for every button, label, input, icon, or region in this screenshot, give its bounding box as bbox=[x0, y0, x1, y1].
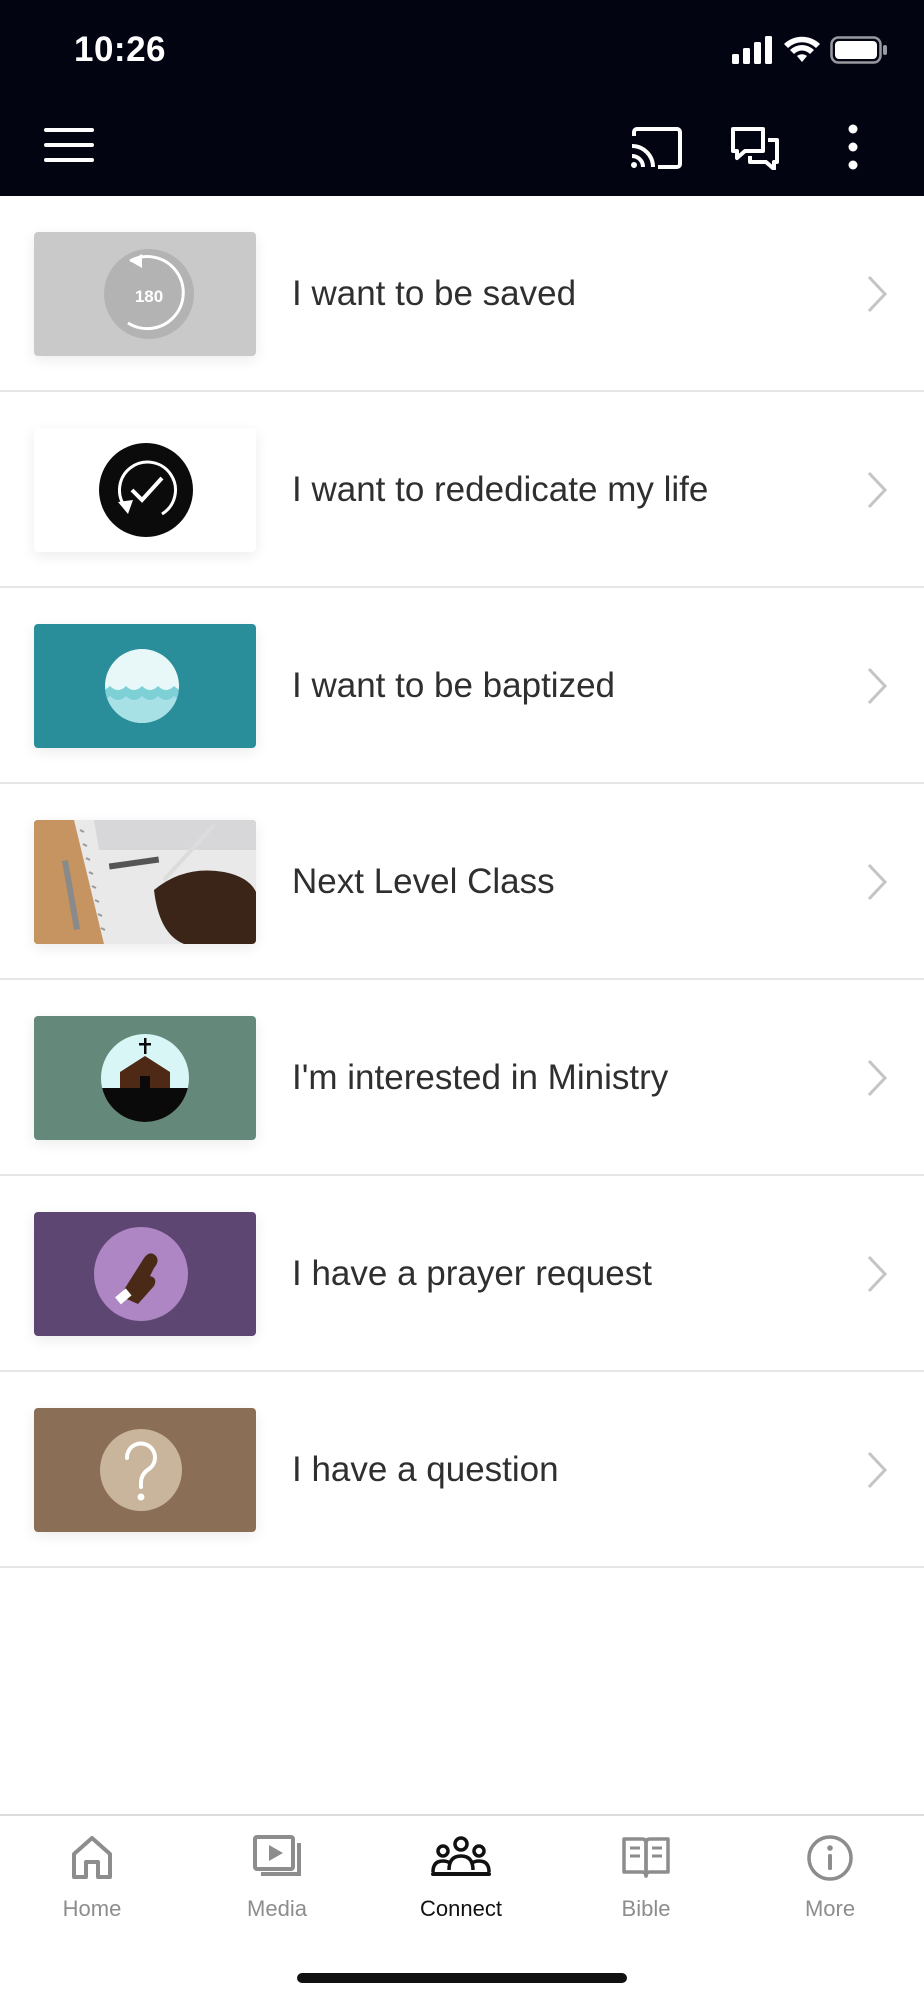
tab-label: Connect bbox=[420, 1896, 502, 1921]
media-play-icon bbox=[253, 1835, 301, 1876]
tab-label: Media bbox=[247, 1896, 307, 1921]
chevron-right-icon bbox=[867, 275, 888, 313]
tab-label: More bbox=[804, 1896, 856, 1921]
list-item-baptized[interactable]: I want to be baptized bbox=[0, 588, 924, 784]
church-icon bbox=[101, 1034, 189, 1122]
battery-icon bbox=[830, 36, 887, 64]
status-time: 10:26 bbox=[74, 30, 167, 69]
question-mark-icon bbox=[100, 1429, 182, 1511]
tab-home[interactable]: Home bbox=[0, 1816, 184, 1946]
list-item-next-level-class[interactable]: Next Level Class bbox=[0, 784, 924, 980]
chevron-right-icon bbox=[867, 667, 888, 705]
tab-media[interactable]: Media bbox=[185, 1816, 369, 1946]
thumbnail-question bbox=[34, 1408, 256, 1532]
people-group-icon bbox=[431, 1836, 491, 1876]
list-item-label: I want to be baptized bbox=[292, 666, 615, 705]
app-header: 10:26 bbox=[0, 0, 924, 196]
list-item-rededicate[interactable]: I want to rededicate my life bbox=[0, 392, 924, 588]
chevron-right-icon bbox=[867, 1255, 888, 1293]
hamburger-menu-icon[interactable] bbox=[44, 128, 96, 164]
list-item-label: I have a question bbox=[292, 1450, 559, 1489]
tab-label: Home bbox=[62, 1896, 122, 1921]
open-book-icon bbox=[622, 1837, 670, 1878]
thumbnail-ministry bbox=[34, 1016, 256, 1140]
list-item-label: I have a prayer request bbox=[292, 1254, 652, 1293]
home-icon bbox=[72, 1836, 112, 1879]
tab-label: Bible bbox=[621, 1896, 671, 1921]
signal-icon bbox=[732, 36, 772, 64]
thumbnail-rededicate bbox=[34, 428, 256, 552]
tab-more[interactable]: More bbox=[738, 1816, 922, 1946]
home-indicator bbox=[297, 1973, 627, 1983]
tab-bible[interactable]: Bible bbox=[554, 1816, 738, 1946]
vertical-dots-icon[interactable] bbox=[846, 124, 860, 170]
list-item-label: I'm interested in Ministry bbox=[292, 1058, 669, 1097]
info-circle-icon bbox=[807, 1835, 853, 1881]
tab-connect[interactable]: Connect bbox=[369, 1816, 553, 1946]
water-circle-icon bbox=[105, 649, 179, 723]
list-item-label: Next Level Class bbox=[292, 862, 555, 901]
connect-list: 180 I want to be saved I want to rededic… bbox=[0, 196, 924, 1568]
status-icons bbox=[732, 36, 892, 66]
chat-bubbles-icon[interactable] bbox=[730, 126, 780, 170]
chevron-right-icon bbox=[867, 471, 888, 509]
chevron-right-icon bbox=[867, 1451, 888, 1489]
list-item-question[interactable]: I have a question bbox=[0, 1372, 924, 1568]
thumb-180-text: 180 bbox=[135, 287, 163, 306]
list-item-saved[interactable]: 180 I want to be saved bbox=[0, 196, 924, 392]
notebook-writing-photo bbox=[34, 820, 256, 944]
180-turn-icon: 180 bbox=[104, 249, 194, 339]
praying-hands-icon bbox=[94, 1227, 188, 1321]
thumbnail-baptized bbox=[34, 624, 256, 748]
list-item-ministry[interactable]: I'm interested in Ministry bbox=[0, 980, 924, 1176]
thumbnail-next-level-class bbox=[34, 820, 256, 944]
list-item-label: I want to be saved bbox=[292, 274, 577, 313]
chevron-right-icon bbox=[867, 1059, 888, 1097]
list-item-prayer-request[interactable]: I have a prayer request bbox=[0, 1176, 924, 1372]
chevron-right-icon bbox=[867, 863, 888, 901]
thumbnail-prayer-request bbox=[34, 1212, 256, 1336]
circular-check-icon bbox=[99, 443, 193, 537]
wifi-icon bbox=[784, 36, 820, 62]
thumbnail-saved: 180 bbox=[34, 232, 256, 356]
list-item-label: I want to rededicate my life bbox=[292, 470, 709, 509]
cast-icon[interactable] bbox=[630, 126, 684, 170]
